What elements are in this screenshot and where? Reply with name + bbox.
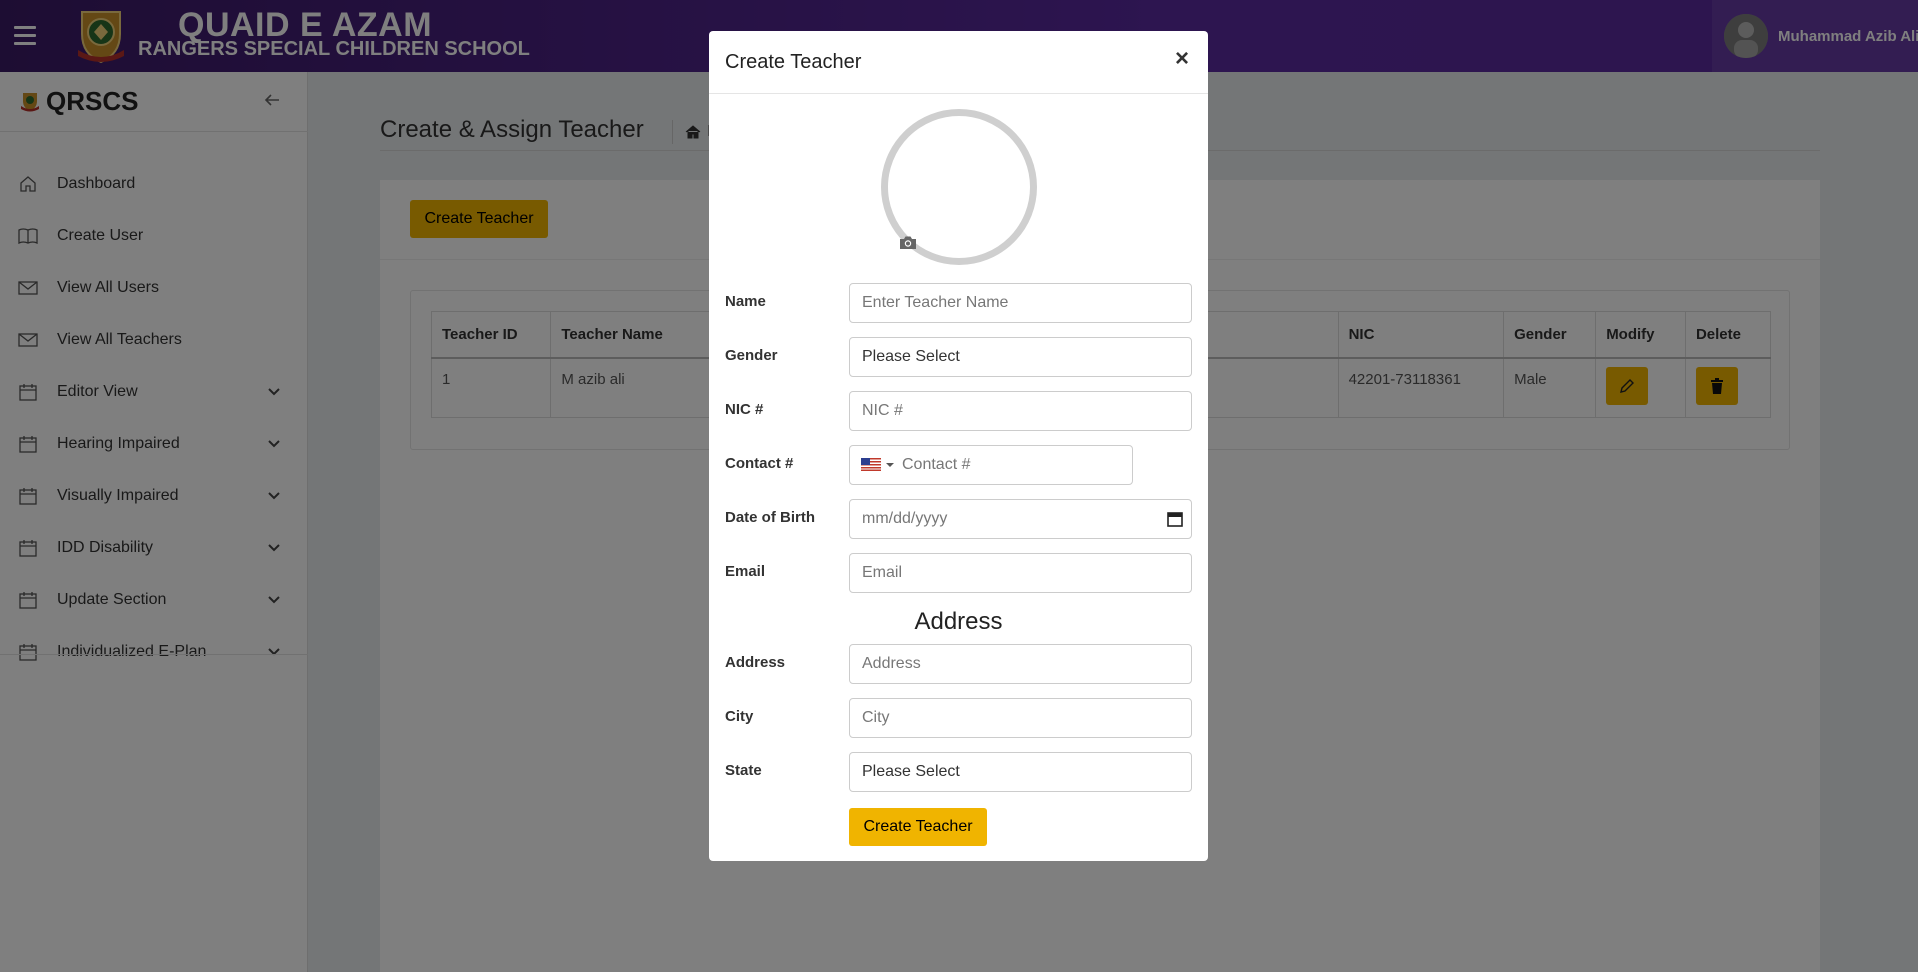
close-icon[interactable]: × [1175, 45, 1189, 73]
address-label: Address [725, 654, 786, 671]
modal-title: Create Teacher [725, 51, 862, 73]
state-row: State Please Select [725, 752, 1192, 792]
gender-row: Gender Please Select [725, 337, 1192, 377]
city-row: City [725, 698, 1192, 738]
nic-label: NIC # [725, 401, 764, 418]
us-flag-icon[interactable] [861, 458, 881, 471]
name-row: Name [725, 283, 1192, 323]
dob-label: Date of Birth [725, 509, 815, 526]
email-row: Email [725, 553, 1192, 593]
nic-input[interactable] [849, 391, 1192, 431]
name-label: Name [725, 293, 766, 310]
gender-select[interactable]: Please Select [849, 337, 1192, 377]
state-select[interactable]: Please Select [849, 752, 1192, 792]
teacher-name-input[interactable] [849, 283, 1192, 323]
address-section-heading: Address [914, 608, 1003, 635]
camera-icon[interactable] [899, 235, 917, 250]
city-input[interactable] [849, 698, 1192, 738]
email-label: Email [725, 563, 766, 580]
date-of-birth-input[interactable] [849, 499, 1192, 539]
submit-create-teacher-button[interactable]: Create Teacher [849, 808, 987, 846]
calendar-icon[interactable] [1167, 511, 1183, 527]
gender-label: Gender [725, 347, 778, 364]
contact-label: Contact # [725, 455, 794, 472]
state-label: State [725, 762, 762, 779]
city-label: City [725, 708, 754, 725]
create-teacher-modal: Create Teacher × Name Gender Please Sele… [709, 31, 1208, 861]
address-row: Address [725, 644, 1192, 684]
email-input[interactable] [849, 553, 1192, 593]
address-input[interactable] [849, 644, 1192, 684]
country-dropdown-icon[interactable] [886, 463, 894, 467]
dob-row: Date of Birth [725, 499, 1192, 539]
contact-row: Contact # [725, 445, 1192, 485]
modal-header: Create Teacher × [709, 31, 1208, 94]
nic-row: NIC # [725, 391, 1192, 431]
